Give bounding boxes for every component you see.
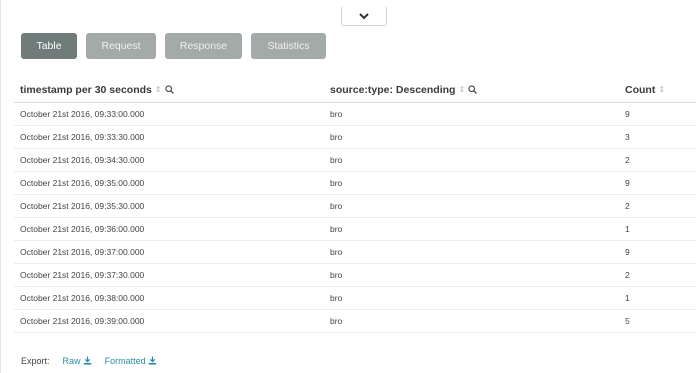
header-timestamp-label: timestamp per 30 seconds bbox=[20, 84, 152, 96]
cell-source-type: bro bbox=[324, 148, 619, 172]
cell-source-type: bro bbox=[324, 102, 619, 126]
cell-source-type: bro bbox=[324, 240, 619, 264]
cell-timestamp: October 21st 2016, 09:37:30.000 bbox=[14, 263, 324, 287]
export-formatted-label: Formatted bbox=[104, 356, 146, 366]
tab-table[interactable]: Table bbox=[21, 33, 77, 59]
cell-timestamp: October 21st 2016, 09:34:30.000 bbox=[14, 148, 324, 172]
table-row: October 21st 2016, 09:38:00.000 bro 1 bbox=[14, 286, 696, 310]
table-row: October 21st 2016, 09:35:00.000 bro 9 bbox=[14, 171, 696, 195]
magnifier-icon[interactable] bbox=[164, 85, 174, 94]
cell-count: 3 bbox=[619, 125, 696, 149]
table-row: October 21st 2016, 09:39:00.000 bro 5 bbox=[14, 309, 696, 333]
cell-count: 2 bbox=[619, 263, 696, 287]
cell-timestamp: October 21st 2016, 09:33:30.000 bbox=[14, 125, 324, 149]
cell-timestamp: October 21st 2016, 09:36:00.000 bbox=[14, 217, 324, 241]
cell-count: 9 bbox=[619, 102, 696, 126]
cell-count: 2 bbox=[619, 194, 696, 218]
tab-statistics[interactable]: Statistics bbox=[251, 33, 326, 59]
header-source-type-label: source:type: Descending bbox=[330, 84, 456, 96]
table-row: October 21st 2016, 09:33:00.000 bro 9 bbox=[14, 102, 696, 126]
cell-count: 1 bbox=[619, 286, 696, 310]
table-row: October 21st 2016, 09:34:30.000 bro 2 bbox=[14, 148, 696, 172]
cell-timestamp: October 21st 2016, 09:35:30.000 bbox=[14, 194, 324, 218]
sort-icon[interactable]: ⇕ bbox=[155, 85, 162, 94]
export-raw-label: Raw bbox=[62, 356, 81, 366]
header-source-type[interactable]: source:type: Descending ⇕ bbox=[324, 78, 619, 103]
cell-source-type: bro bbox=[324, 309, 619, 333]
cell-timestamp: October 21st 2016, 09:39:00.000 bbox=[14, 309, 324, 333]
cell-source-type: bro bbox=[324, 171, 619, 195]
sort-icon[interactable]: ⇕ bbox=[458, 85, 465, 94]
cell-timestamp: October 21st 2016, 09:38:00.000 bbox=[14, 286, 324, 310]
sort-icon[interactable]: ⇕ bbox=[658, 85, 665, 94]
visualization-spy-panel: Table Request Response Statistics timest… bbox=[0, 0, 696, 373]
data-table: timestamp per 30 seconds ⇕ source:type: D… bbox=[14, 78, 696, 333]
cell-timestamp: October 21st 2016, 09:35:00.000 bbox=[14, 171, 324, 195]
cell-timestamp: October 21st 2016, 09:37:00.000 bbox=[14, 240, 324, 264]
tab-response[interactable]: Response bbox=[165, 33, 242, 59]
table-row: October 21st 2016, 09:37:00.000 bro 9 bbox=[14, 240, 696, 264]
header-timestamp[interactable]: timestamp per 30 seconds ⇕ bbox=[14, 78, 324, 103]
table-row: October 21st 2016, 09:33:30.000 bro 3 bbox=[14, 125, 696, 149]
chevron-down-icon bbox=[359, 12, 369, 19]
cell-count: 2 bbox=[619, 148, 696, 172]
spy-mode-tabs: Table Request Response Statistics bbox=[21, 33, 326, 59]
table-row: October 21st 2016, 09:36:00.000 bro 1 bbox=[14, 217, 696, 241]
table-row: October 21st 2016, 09:37:30.000 bro 2 bbox=[14, 263, 696, 287]
download-icon bbox=[148, 356, 156, 365]
collapse-toggle[interactable] bbox=[341, 7, 387, 26]
magnifier-icon[interactable] bbox=[468, 85, 478, 94]
header-count-label: Count bbox=[625, 84, 656, 96]
cell-count: 1 bbox=[619, 217, 696, 241]
cell-source-type: bro bbox=[324, 286, 619, 310]
header-count[interactable]: Count ⇕ bbox=[619, 78, 696, 103]
cell-source-type: bro bbox=[324, 194, 619, 218]
export-label: Export: bbox=[21, 356, 50, 366]
export-formatted-link[interactable]: Formatted bbox=[105, 356, 157, 366]
cell-count: 9 bbox=[619, 171, 696, 195]
cell-source-type: bro bbox=[324, 263, 619, 287]
tab-request[interactable]: Request bbox=[86, 33, 156, 59]
cell-count: 9 bbox=[619, 240, 696, 264]
export-bar: Export: Raw Formatted bbox=[21, 356, 157, 366]
cell-timestamp: October 21st 2016, 09:33:00.000 bbox=[14, 102, 324, 126]
download-icon bbox=[83, 356, 91, 365]
export-raw-link[interactable]: Raw bbox=[63, 356, 92, 366]
cell-source-type: bro bbox=[324, 125, 619, 149]
cell-source-type: bro bbox=[324, 217, 619, 241]
table-header-row: timestamp per 30 seconds ⇕ source:type: D… bbox=[14, 78, 696, 103]
cell-count: 5 bbox=[619, 309, 696, 333]
table-row: October 21st 2016, 09:35:30.000 bro 2 bbox=[14, 194, 696, 218]
